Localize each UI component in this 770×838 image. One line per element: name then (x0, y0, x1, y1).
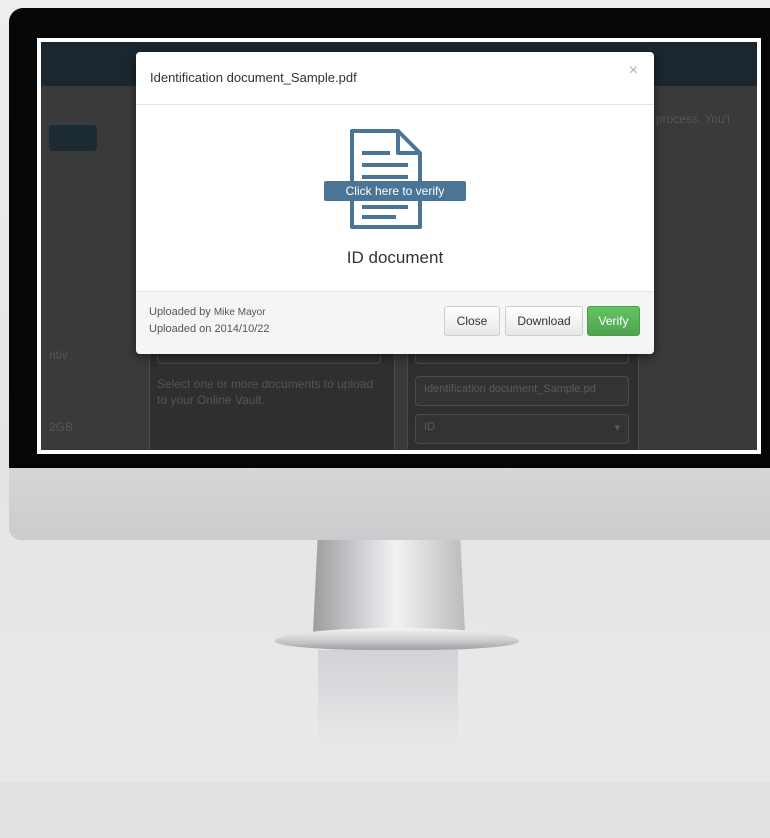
document-label: ID document (346, 248, 444, 267)
monitor: process. You'l ntiv 2GB Select one or mo… (9, 8, 770, 540)
verify-button[interactable]: Verify (587, 306, 640, 336)
app-storage-text: 2GB (49, 420, 74, 434)
uploaded-on-date: 2014/10/22 (214, 323, 270, 335)
monitor-bezel: process. You'l ntiv 2GB Select one or mo… (9, 8, 770, 468)
modal-footer: Uploaded by Mike Mayor Uploaded on 2014/… (136, 292, 654, 354)
monitor-chin (9, 468, 770, 540)
app-notice-text: process. You'l (656, 112, 730, 126)
upload-hint: Select one or more documents to upload t… (157, 377, 374, 407)
file-name-field[interactable]: Identification document_Sample.pd (415, 376, 629, 406)
uploaded-by: Uploaded by Mike Mayor (149, 306, 266, 318)
verify-banner[interactable]: Click here to verify (324, 181, 466, 201)
screen: process. You'l ntiv 2GB Select one or mo… (37, 38, 761, 454)
uploaded-on-label: Uploaded on (149, 323, 212, 335)
document-icon[interactable] (316, 127, 456, 231)
monitor-stand-base (275, 628, 519, 650)
close-button[interactable]: Close (444, 306, 500, 336)
dropdown-arrow-icon: ▾ (614, 422, 620, 434)
modal-title: Identification document_Sample.pdf (150, 70, 357, 85)
monitor-stand-neck (313, 540, 465, 632)
floor-band (0, 782, 770, 838)
uploaded-by-name: Mike Mayor (213, 307, 266, 318)
app-sidebar-button[interactable] (49, 125, 97, 151)
download-button[interactable]: Download (505, 306, 583, 336)
monitor-stand-reflection (318, 650, 458, 750)
app-left-text: ntiv (49, 348, 68, 362)
modal-body: Click here to verify ID document (136, 105, 654, 292)
close-icon[interactable]: × (629, 62, 638, 80)
document-type-value: ID (424, 421, 435, 433)
document-modal: Identification document_Sample.pdf × Cli… (136, 52, 654, 354)
document-type-select[interactable]: ID ▾ (415, 414, 629, 444)
modal-header: Identification document_Sample.pdf × (136, 52, 654, 105)
uploaded-on: Uploaded on 2014/10/22 (149, 323, 270, 335)
uploaded-by-label: Uploaded by (149, 306, 211, 318)
